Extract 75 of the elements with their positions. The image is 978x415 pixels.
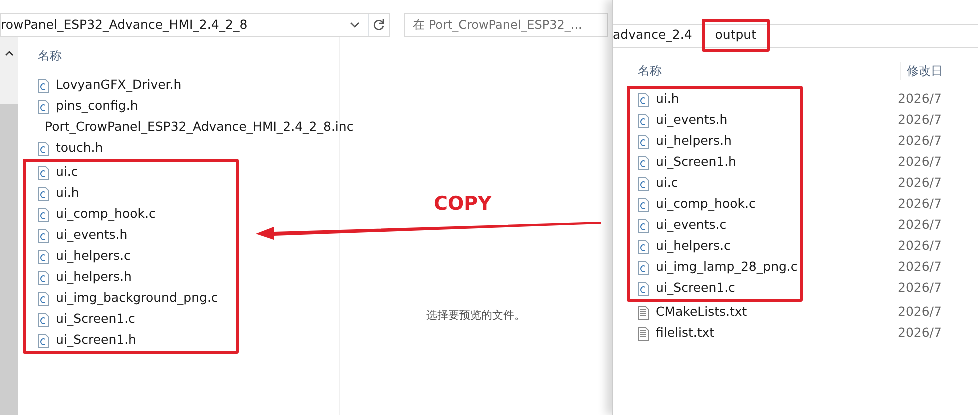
modified-date: 2026/7 (898, 324, 943, 342)
search-field[interactable]: 在 Port_CrowPanel_ESP32_... (404, 13, 608, 37)
annotation-label: COPY (434, 192, 492, 217)
file-name[interactable]: pins_config.h (56, 97, 138, 116)
c-file-icon (638, 134, 649, 148)
file-name[interactable]: ui_Screen1.h (56, 331, 136, 350)
c-file-icon (638, 156, 649, 170)
file-name[interactable]: LovyanGFX_Driver.h (56, 76, 182, 95)
file-name[interactable]: filelist.txt (656, 324, 715, 343)
modified-date: 2026/7 (898, 153, 943, 172)
file-name[interactable]: ui_comp_hook.c (56, 205, 156, 224)
file-name[interactable]: ui_comp_hook.c (656, 195, 756, 214)
c-file-icon (38, 270, 49, 284)
modified-date: 2026/7 (898, 111, 943, 130)
text-file-icon (638, 326, 649, 340)
file-name[interactable]: ui_events.h (656, 111, 728, 130)
c-file-icon (638, 176, 649, 190)
file-name[interactable]: ui_events.c (656, 216, 727, 235)
file-name[interactable]: ui.h (656, 90, 680, 109)
modified-date: 2026/7 (898, 237, 943, 256)
c-file-icon (38, 186, 49, 200)
c-file-icon (38, 292, 49, 306)
c-file-icon (38, 142, 49, 156)
file-name[interactable]: ui_helpers.h (656, 132, 732, 151)
modified-date: 2026/7 (898, 90, 943, 108)
modified-date: 2026/7 (898, 303, 943, 322)
c-file-icon (38, 208, 49, 222)
c-file-icon (38, 250, 49, 264)
c-file-icon (38, 334, 49, 348)
c-file-icon (638, 114, 649, 128)
breadcrumb[interactable]: output (702, 19, 770, 52)
file-name[interactable]: CMakeLists.txt (656, 303, 748, 322)
c-file-icon (38, 100, 49, 114)
c-file-icon (38, 312, 49, 326)
breadcrumb[interactable]: advance_2.4 (613, 22, 702, 49)
c-file-icon (638, 282, 649, 296)
column-header[interactable]: 名称 (638, 62, 900, 80)
c-file-icon (638, 240, 649, 254)
file-name[interactable]: touch.h (56, 139, 104, 158)
modified-date: 2026/7 (898, 195, 943, 214)
file-name[interactable]: ui_img_lamp_28_png.c (656, 258, 798, 277)
file-name[interactable]: ui_helpers.h (56, 268, 132, 287)
file-name[interactable]: ui_Screen1.c (656, 279, 736, 298)
address-path: rowPanel_ESP32_Advance_HMI_2.4_2_8 (1, 16, 248, 34)
dropdown-icon[interactable] (350, 22, 360, 28)
file-name[interactable]: ui_helpers.c (56, 247, 131, 266)
scrollbar[interactable] (0, 37, 18, 415)
modified-date: 2026/7 (898, 279, 943, 298)
file-name[interactable]: ui_helpers.c (656, 237, 731, 256)
c-file-icon (638, 218, 649, 232)
file-name[interactable]: ui_events.h (56, 226, 128, 245)
modified-date: 2026/7 (898, 216, 943, 234)
address-bar[interactable]: rowPanel_ESP32_Advance_HMI_2.4_2_8 (0, 13, 390, 37)
file-name[interactable]: ui_Screen1.h (656, 153, 736, 172)
scroll-up-icon[interactable] (4, 51, 14, 56)
c-file-icon (638, 260, 649, 274)
c-file-icon (38, 166, 49, 180)
column-header[interactable]: 名称 (38, 47, 62, 65)
text-file-icon (638, 306, 649, 320)
modified-date: 2026/7 (898, 258, 943, 276)
refresh-icon[interactable] (373, 19, 385, 31)
c-file-icon (638, 92, 649, 106)
file-name[interactable]: ui_Screen1.c (56, 310, 136, 329)
modified-date: 2026/7 (898, 132, 943, 150)
file-name[interactable]: ui.c (56, 163, 78, 182)
file-name[interactable]: Port_CrowPanel_ESP32_Advance_HMI_2.4_2_8.inc (45, 118, 354, 137)
preview-message: 选择要预览的文件。 (426, 308, 526, 324)
modified-date: 2026/7 (898, 174, 943, 192)
c-file-icon (638, 198, 649, 212)
c-file-icon (38, 228, 49, 242)
c-file-icon (38, 78, 49, 92)
column-header[interactable]: 修改日 (900, 62, 943, 80)
file-name[interactable]: ui.c (656, 174, 678, 193)
file-name[interactable]: ui.h (56, 184, 80, 203)
file-name[interactable]: ui_img_background_png.c (56, 289, 218, 308)
